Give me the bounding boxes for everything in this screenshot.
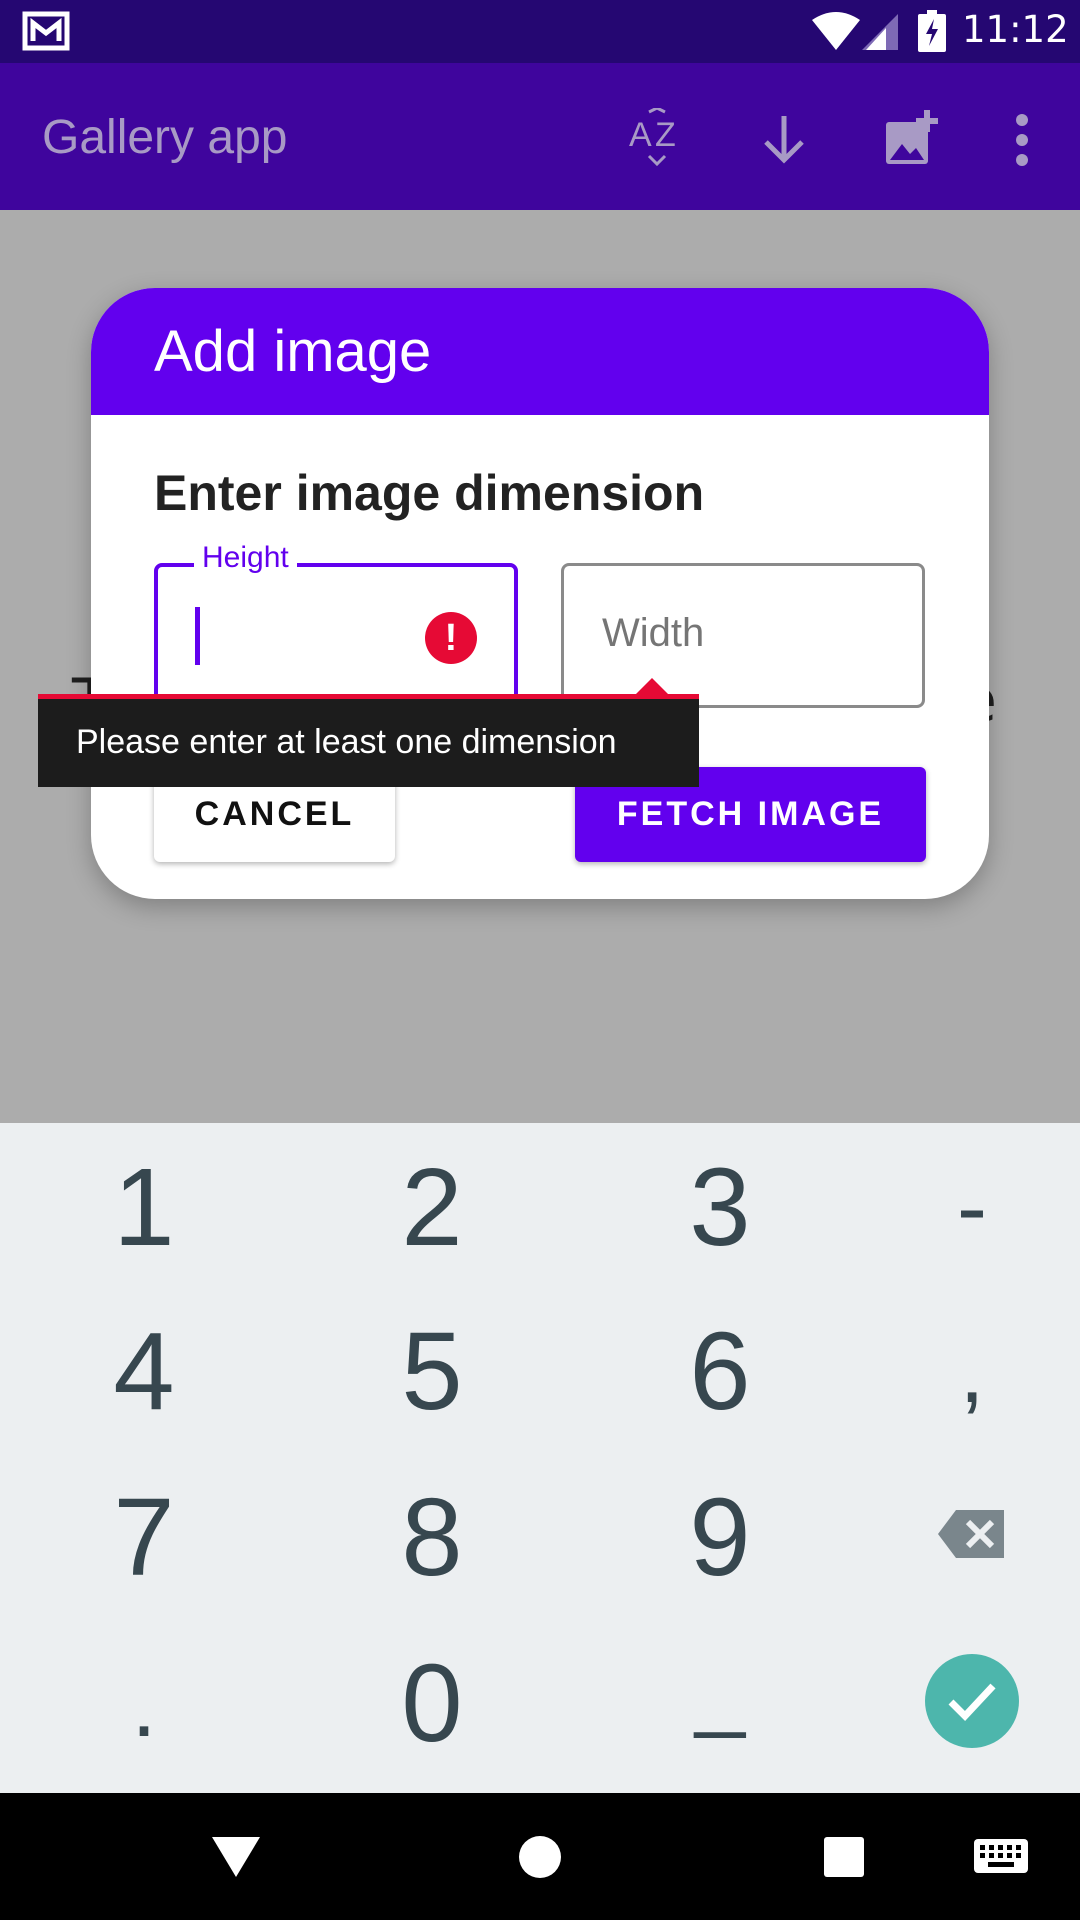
wifi-icon (812, 12, 860, 50)
done-icon (948, 1683, 996, 1722)
back-icon[interactable] (212, 1837, 260, 1877)
key-4[interactable]: 4 (44, 1302, 244, 1442)
key-7[interactable]: 7 (44, 1468, 244, 1608)
key-period[interactable]: . (44, 1636, 244, 1776)
key-6[interactable]: 6 (620, 1302, 820, 1442)
status-bar: 11:12 (0, 0, 1080, 63)
error-icon: ! (425, 612, 477, 664)
app-bar: Gallery app A Z (0, 63, 1080, 210)
signal-icon (862, 14, 898, 50)
key-0[interactable]: 0 (332, 1634, 532, 1774)
height-field[interactable]: Height ! (154, 541, 518, 708)
tooltip-arrow (636, 678, 668, 694)
dialog-subtitle: Enter image dimension (154, 465, 705, 521)
key-underscore[interactable]: _ (620, 1620, 820, 1760)
error-tooltip: Please enter at least one dimension (38, 694, 699, 787)
app-title: Gallery app (42, 111, 288, 164)
battery-charging-icon (918, 10, 946, 52)
key-9[interactable]: 9 (620, 1468, 820, 1608)
key-2[interactable]: 2 (332, 1138, 532, 1278)
done-key[interactable] (925, 1654, 1019, 1748)
navigation-bar (0, 1793, 1080, 1920)
add-image-dialog: Add image Enter image dimension Height !… (91, 288, 989, 899)
key-5[interactable]: 5 (332, 1302, 532, 1442)
more-vert-icon[interactable] (990, 108, 1054, 172)
height-field-label: Height (194, 541, 297, 575)
recents-icon[interactable] (824, 1837, 864, 1877)
backspace-icon[interactable] (938, 1510, 1004, 1558)
sort-az-icon[interactable]: A Z (625, 108, 689, 172)
key-comma[interactable]: , (872, 1302, 1072, 1442)
key-minus[interactable]: - (872, 1138, 1072, 1278)
dialog-header: Add image (91, 288, 989, 415)
key-3[interactable]: 3 (620, 1138, 820, 1278)
svg-text:Z: Z (655, 116, 676, 154)
error-tooltip-text: Please enter at least one dimension (76, 723, 617, 761)
gmail-notification-icon (22, 11, 70, 51)
svg-text:A: A (629, 116, 652, 154)
add-image-icon[interactable] (880, 108, 944, 172)
home-icon[interactable] (518, 1835, 562, 1879)
width-field-placeholder: Width (602, 611, 705, 655)
keyboard-icon[interactable] (974, 1839, 1028, 1877)
dialog-title: Add image (154, 319, 432, 384)
clock: 11:12 (962, 8, 1069, 51)
download-icon[interactable] (752, 108, 816, 172)
text-cursor (195, 607, 200, 665)
width-field[interactable]: Width (561, 563, 925, 708)
key-1[interactable]: 1 (44, 1138, 244, 1278)
key-8[interactable]: 8 (332, 1468, 532, 1608)
